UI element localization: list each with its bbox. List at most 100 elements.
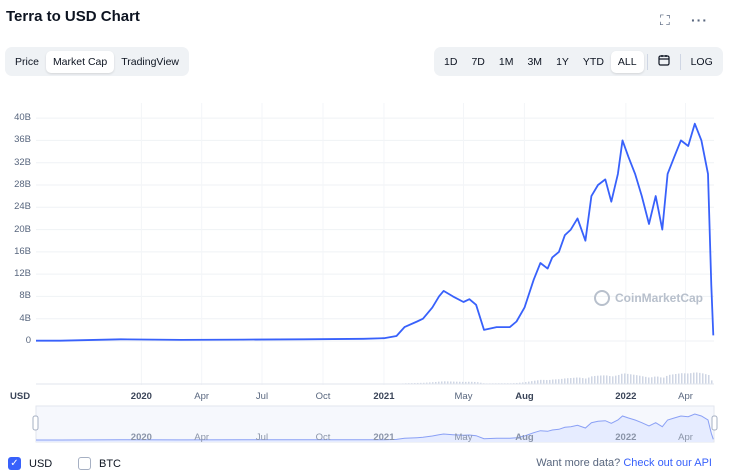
- volume-bar: [648, 377, 650, 384]
- more-horizontal-icon[interactable]: ···: [691, 12, 708, 28]
- volume-bar: [453, 381, 455, 384]
- x-tick-label: 2020: [130, 391, 152, 402]
- volume-bar: [516, 382, 518, 384]
- volume-bar: [621, 373, 623, 384]
- volume-bar: [567, 378, 569, 384]
- calendar-icon[interactable]: [651, 49, 677, 74]
- volume-bar: [510, 383, 512, 384]
- x-tick-label: Apr: [678, 391, 693, 402]
- volume-bar: [600, 375, 602, 384]
- navigator-tick-label: Apr: [194, 432, 210, 443]
- range-1m[interactable]: 1M: [492, 51, 521, 73]
- volume-bar: [504, 383, 506, 384]
- range-all[interactable]: ALL: [610, 50, 644, 73]
- volume-bar: [468, 381, 470, 384]
- volume-bar: [477, 382, 479, 384]
- volume-bar: [474, 381, 476, 384]
- volume-bar: [549, 379, 551, 384]
- volume-bar: [651, 377, 653, 384]
- range-3m[interactable]: 3M: [520, 51, 549, 73]
- tab-price[interactable]: Price: [8, 51, 46, 73]
- volume-bar: [597, 375, 599, 384]
- volume-bar: [711, 380, 713, 384]
- divider: [679, 53, 681, 70]
- expand-icon[interactable]: ⛶: [660, 12, 670, 29]
- navigator-tick-label: 2021: [373, 432, 395, 443]
- volume-bar: [708, 374, 710, 384]
- navigator-tick-label: Aug: [515, 432, 534, 443]
- volume-bar: [486, 383, 488, 384]
- x-tick-label: May: [454, 391, 473, 402]
- volume-bar: [570, 378, 572, 384]
- volume-bar: [573, 377, 575, 384]
- volume-bar: [660, 377, 662, 384]
- y-tick-label: 24B: [14, 201, 31, 213]
- volume-bar: [561, 378, 563, 384]
- volume-bar: [534, 380, 536, 384]
- volume-bar: [462, 381, 464, 384]
- navigator-handle-right: [711, 415, 718, 431]
- view-tabs: Price Market Cap TradingView: [5, 47, 189, 76]
- volume-bar: [438, 381, 440, 384]
- volume-bar: [447, 381, 449, 384]
- volume-bar: [456, 381, 458, 384]
- x-tick-label: Aug: [515, 391, 534, 402]
- navigator-tick-label: 2020: [130, 432, 152, 443]
- volume-bar: [609, 376, 611, 384]
- volume-bar: [663, 377, 665, 384]
- y-tick-label: 36B: [14, 134, 31, 146]
- volume-bar: [564, 378, 566, 384]
- volume-bar: [432, 382, 434, 384]
- range-1d[interactable]: 1D: [437, 51, 464, 73]
- navigator-tick-label: Oct: [315, 432, 331, 443]
- volume-bar: [531, 381, 533, 384]
- y-tick-label: 32B: [14, 156, 31, 168]
- volume-bar: [429, 382, 431, 384]
- volume-bar: [690, 373, 692, 384]
- y-tick-label: 12B: [14, 268, 31, 280]
- legend-btc[interactable]: BTC: [78, 457, 121, 470]
- volume-bar: [630, 374, 632, 384]
- api-link[interactable]: Check out our API: [623, 457, 712, 469]
- navigator-tick-label: 2022: [615, 432, 637, 443]
- market-cap-line: [36, 122, 715, 342]
- volume-bar: [435, 381, 437, 384]
- y-tick-label: 40B: [14, 112, 31, 124]
- navigator-tick-label: May: [454, 432, 473, 443]
- volume-bar: [642, 376, 644, 384]
- volume-bar: [552, 379, 554, 384]
- volume-bar: [465, 381, 467, 384]
- volume-bar: [687, 373, 689, 384]
- log-scale-toggle[interactable]: LOG: [684, 51, 720, 73]
- x-tick-label: Oct: [315, 391, 331, 402]
- volume-bar: [420, 382, 422, 384]
- volume-bar: [507, 383, 509, 384]
- x-tick-label: 2022: [615, 391, 637, 402]
- tab-tradingview[interactable]: TradingView: [114, 51, 186, 73]
- volume-bar: [558, 379, 560, 384]
- volume-bar: [702, 373, 704, 384]
- page-title: Terra to USD Chart: [6, 8, 140, 25]
- volume-bar: [615, 375, 617, 384]
- volume-bar: [405, 383, 407, 384]
- volume-bar: [417, 382, 419, 384]
- volume-bar: [492, 383, 494, 384]
- range-1y[interactable]: 1Y: [549, 51, 576, 73]
- range-ytd[interactable]: YTD: [576, 51, 611, 73]
- volume-bar: [480, 382, 482, 384]
- x-tick-label: Jul: [255, 391, 269, 402]
- volume-bar: [576, 377, 578, 384]
- checkbox-checked-icon[interactable]: ✓: [8, 457, 21, 470]
- volume-bar: [444, 381, 446, 384]
- range-7d[interactable]: 7D: [464, 51, 491, 73]
- tab-market-cap[interactable]: Market Cap: [45, 50, 115, 73]
- y-tick-label: 4B: [19, 312, 31, 324]
- checkbox-unchecked-icon[interactable]: [78, 457, 91, 470]
- volume-bar: [672, 374, 674, 384]
- volume-bar: [543, 379, 545, 384]
- volume-bar: [540, 379, 542, 384]
- volume-bar: [555, 379, 557, 384]
- volume-bar: [633, 374, 635, 384]
- legend-usd[interactable]: ✓ USD: [8, 457, 52, 470]
- volume-bar: [537, 380, 539, 384]
